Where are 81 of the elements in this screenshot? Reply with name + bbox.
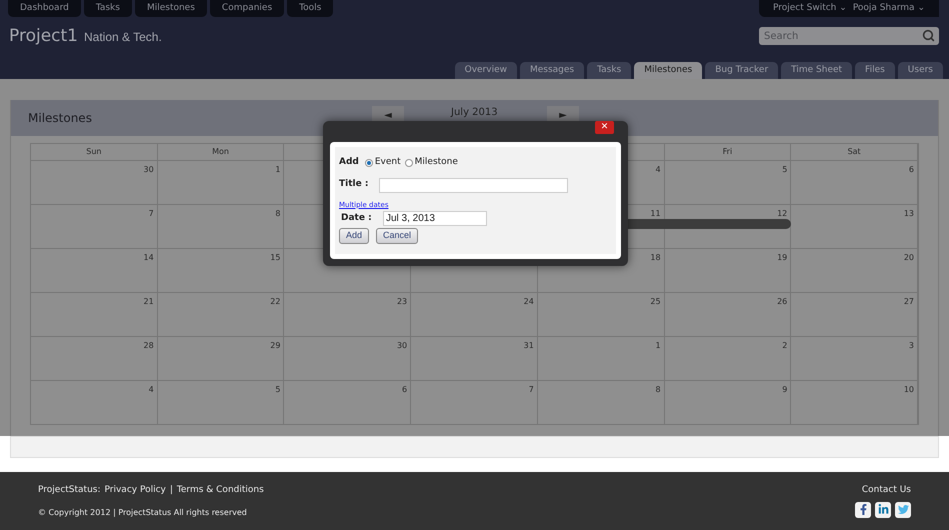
day-number: 8 (655, 384, 661, 396)
title-label: Title : (339, 178, 370, 192)
title-input[interactable] (379, 178, 568, 192)
nav-tab[interactable]: Tools (287, 0, 334, 17)
copyright-text: © Copyright 2012 | ProjectStatus All rights reserved (38, 506, 248, 518)
day-number: 19 (777, 252, 788, 264)
type-radio[interactable]: Event (364, 156, 401, 170)
close-button[interactable]: ✕ (595, 121, 614, 134)
day-number: 10 (904, 384, 914, 396)
day-number: 14 (144, 252, 154, 264)
type-radio[interactable]: Milestone (404, 156, 458, 170)
day-number: 13 (904, 208, 914, 220)
day-number: 30 (396, 340, 408, 352)
search-icon[interactable] (922, 29, 935, 42)
weekday-label: Fri (722, 146, 732, 158)
section-tab[interactable]: Tasks (587, 62, 632, 79)
terms-link[interactable]: Terms & Conditions (176, 484, 264, 498)
date-input[interactable]: Jul 3, 2013 (383, 211, 487, 226)
company-name: Nation & Tech. (84, 29, 162, 46)
nav-tab[interactable]: Milestones (134, 0, 207, 17)
day-number: 6 (402, 384, 408, 396)
day-number: 28 (144, 340, 154, 352)
day-number: 24 (524, 296, 534, 308)
date-label: Date : (341, 212, 373, 225)
day-number: 7 (148, 208, 154, 220)
day-number: 31 (524, 340, 534, 352)
day-number: 6 (908, 164, 914, 176)
day-number: 20 (904, 252, 914, 264)
day-number: 1 (655, 340, 661, 352)
contact-link[interactable]: Contact Us (862, 484, 911, 498)
day-number: 26 (777, 296, 788, 308)
linkedin-icon[interactable] (875, 502, 891, 518)
day-number: 30 (144, 164, 154, 176)
day-number: 7 (528, 384, 534, 396)
nav-tab[interactable]: Dashboard (8, 0, 81, 17)
project-name: Project1 (9, 25, 78, 48)
section-tab[interactable]: Overview (454, 62, 517, 79)
section-tab[interactable]: Users (898, 62, 943, 79)
day-number: 3 (908, 340, 914, 352)
day-number: 5 (782, 164, 788, 176)
radio-circle[interactable] (364, 158, 373, 167)
month-title: July 2013 (451, 107, 498, 119)
panel-title: Milestones (28, 110, 92, 127)
weekday-label: Mon (212, 146, 229, 158)
day-number: 4 (148, 384, 154, 396)
section-tab[interactable]: Bug Tracker (705, 62, 778, 79)
nav-tab[interactable]: Companies (210, 0, 284, 17)
section-tab[interactable]: Files (855, 62, 895, 79)
footer-brand: ProjectStatus: (38, 484, 101, 497)
day-number: 4 (655, 164, 661, 176)
dialog-button[interactable]: Add (339, 228, 370, 244)
day-number: 11 (650, 208, 661, 220)
day-number: 8 (275, 208, 280, 220)
section-tab[interactable]: Messages (520, 62, 584, 79)
search-field[interactable]: Search (759, 27, 939, 45)
section-tab[interactable]: Milestones (634, 62, 702, 79)
day-number: 2 (782, 340, 788, 352)
day-number: 23 (396, 296, 408, 308)
day-number: 12 (777, 208, 788, 220)
user-menu-item[interactable]: Pooja Sharma ⌄ (852, 2, 925, 16)
day-number: 25 (650, 296, 661, 308)
day-number: 5 (275, 384, 280, 396)
day-number: 21 (144, 296, 154, 308)
nav-tab[interactable]: Tasks (84, 0, 132, 17)
separator: | (170, 484, 173, 497)
facebook-icon[interactable] (855, 502, 871, 518)
day-number: 15 (270, 252, 280, 264)
weekday-label: Sat (848, 146, 861, 158)
day-number: 18 (650, 252, 661, 264)
bird-icon[interactable] (895, 502, 911, 518)
privacy-policy-link[interactable]: Privacy Policy (104, 484, 166, 498)
dialog-button[interactable]: Cancel (376, 228, 418, 244)
add-label: Add (339, 156, 359, 169)
weekday-label: Sun (86, 146, 102, 158)
day-number: 1 (275, 164, 280, 176)
day-number: 27 (904, 296, 914, 308)
day-number: 9 (782, 384, 788, 396)
section-tab[interactable]: Time Sheet (781, 62, 852, 79)
day-number: 22 (270, 296, 280, 308)
day-number: 29 (270, 340, 280, 352)
user-menu-item[interactable]: Project Switch ⌄ (772, 2, 847, 16)
